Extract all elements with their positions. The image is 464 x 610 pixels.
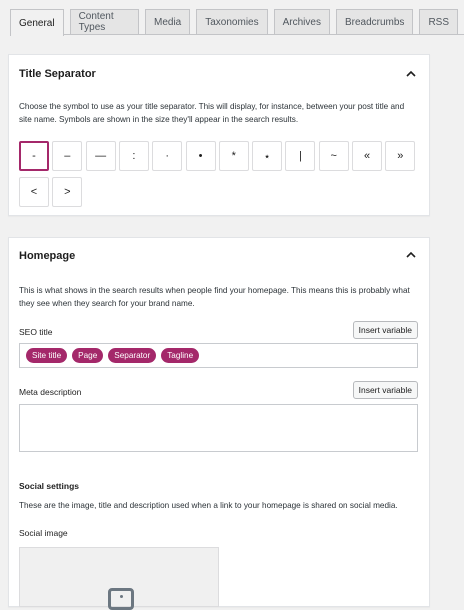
homepage-heading: Homepage — [19, 250, 76, 262]
separator-option-bullet[interactable]: • — [185, 141, 216, 171]
homepage-description: This is what shows in the search results… — [19, 286, 410, 308]
chevron-up-icon[interactable] — [405, 249, 417, 261]
title-separator-card: Title Separator Choose the symbol to use… — [8, 54, 430, 216]
separator-option-asterisk[interactable]: * — [218, 141, 249, 171]
tab-general[interactable]: General — [10, 9, 64, 36]
meta-description-insert-variable-button[interactable]: Insert variable — [352, 381, 418, 399]
seo-title-input[interactable]: Site title Page Separator Tagline — [19, 343, 418, 368]
separator-option-tilde[interactable]: ~ — [318, 141, 349, 171]
chip-separator[interactable]: Separator — [108, 348, 157, 363]
separator-option-colon[interactable]: : — [118, 141, 149, 171]
tab-breadcrumbs[interactable]: Breadcrumbs — [335, 9, 414, 34]
separator-option-en-dash[interactable]: – — [52, 141, 83, 171]
chip-page[interactable]: Page — [72, 348, 104, 363]
title-separator-heading: Title Separator — [19, 68, 96, 80]
seo-title-chips: Site title Page Separator Tagline — [26, 348, 204, 363]
tab-content-types[interactable]: Content Types — [69, 9, 139, 34]
separator-option-laquo[interactable]: « — [352, 141, 382, 171]
social-image-label: Social image — [19, 528, 68, 538]
separator-option-pipe[interactable]: | — [285, 141, 316, 171]
social-settings-heading: Social settings — [19, 481, 79, 491]
separator-option-em-dash[interactable]: — — [85, 141, 116, 171]
meta-description-textarea[interactable] — [19, 404, 418, 452]
social-image-placeholder[interactable] — [19, 547, 219, 610]
separator-option-middle-dot[interactable]: · — [152, 141, 183, 171]
separator-option-less-than[interactable]: < — [19, 177, 49, 207]
separator-option-hyphen[interactable]: - — [19, 141, 49, 171]
seo-title-insert-variable-button[interactable]: Insert variable — [352, 321, 418, 339]
title-separator-description: Choose the symbol to use as your title s… — [19, 102, 405, 124]
tab-rss[interactable]: RSS — [419, 9, 458, 34]
chevron-up-icon[interactable] — [405, 68, 417, 80]
tab-archives[interactable]: Archives — [273, 9, 330, 34]
seo-title-label: SEO title — [19, 327, 53, 337]
meta-description-label: Meta description — [19, 387, 82, 397]
chip-site-title[interactable]: Site title — [26, 348, 68, 363]
tab-media[interactable]: Media — [145, 9, 191, 34]
social-settings-description: These are the image, title and descripti… — [19, 501, 398, 510]
tab-taxonomies[interactable]: Taxonomies — [196, 9, 268, 34]
separator-option-raquo[interactable]: » — [385, 141, 416, 171]
separator-option-greater-than[interactable]: > — [52, 177, 83, 207]
homepage-card: Homepage This is what shows in the searc… — [8, 237, 430, 610]
image-icon — [108, 588, 134, 610]
chip-tagline[interactable]: Tagline — [161, 348, 200, 363]
separator-option-low-asterisk[interactable]: ⋆ — [252, 141, 283, 171]
settings-tabs: General Content Types Media Taxonomies A… — [10, 9, 464, 36]
